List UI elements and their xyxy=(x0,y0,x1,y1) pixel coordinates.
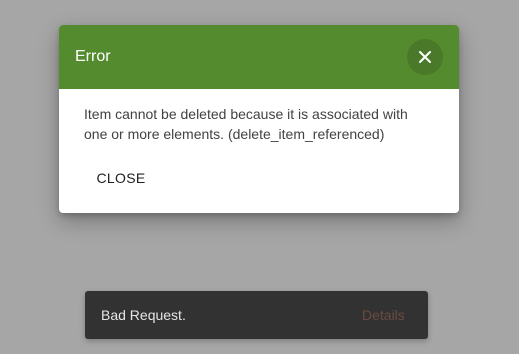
dialog-header: Error xyxy=(59,25,459,89)
close-icon xyxy=(419,51,431,63)
dialog-message-line-1: Item cannot be deleted because it is ass… xyxy=(84,106,408,122)
dialog-title: Error xyxy=(75,48,111,65)
dialog-message: Item cannot be deleted because it is ass… xyxy=(84,104,429,144)
error-dialog: Error Item cannot be deleted because it … xyxy=(59,25,459,213)
dialog-message-line-2: one or more elements. (delete_item_refer… xyxy=(84,126,385,142)
snackbar-details-button[interactable]: Details xyxy=(362,306,405,324)
close-button[interactable]: CLOSE xyxy=(87,163,155,193)
snackbar: Bad Request. Details xyxy=(85,291,428,339)
snackbar-message: Bad Request. xyxy=(101,307,186,323)
dialog-close-icon-button[interactable] xyxy=(407,39,443,75)
